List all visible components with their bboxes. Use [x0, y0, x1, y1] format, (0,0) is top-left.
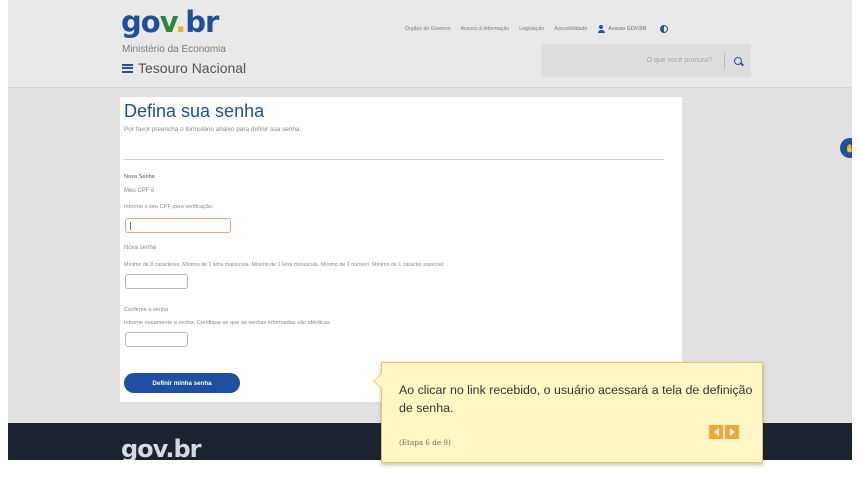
- search-input[interactable]: [541, 57, 724, 64]
- password-help: Mínimo de 8 caracteres. Mínimo de 1 letr…: [124, 262, 445, 268]
- login-label: Acesso GOV.BR: [608, 26, 647, 32]
- tooltip-nav: [709, 425, 739, 439]
- menu-icon[interactable]: [122, 63, 133, 73]
- cpf-field[interactable]: [125, 218, 231, 233]
- cpf-label: Meu CPF é: [124, 188, 155, 194]
- nav-link-legislacao[interactable]: Legislação: [519, 26, 544, 32]
- site-name: Tesouro Nacional: [138, 60, 247, 76]
- user-icon: [597, 25, 605, 33]
- footer-logo: gov.br: [121, 435, 201, 460]
- search-bar: [541, 44, 751, 77]
- password-field[interactable]: [125, 274, 188, 289]
- next-button[interactable]: [725, 425, 739, 439]
- tooltip-step-counter: (Etapa 6 de 9): [399, 438, 451, 447]
- contrast-icon[interactable]: [660, 25, 669, 33]
- tutorial-tooltip: Ao clicar no link recebido, o usuário ac…: [373, 362, 763, 463]
- password-form-card: Defina sua senha Por favor preencha o fo…: [120, 97, 682, 402]
- site-menu[interactable]: Tesouro Nacional: [122, 60, 246, 76]
- search-button[interactable]: [725, 44, 751, 77]
- govbr-logo[interactable]: gov.br: [121, 4, 219, 40]
- nav-link-acessibilidade[interactable]: Acessibilidade: [554, 26, 587, 32]
- confirm-password-field[interactable]: [125, 332, 188, 347]
- tooltip-text: Ao clicar no link recebido, o usuário ac…: [399, 383, 753, 415]
- nav-link-orgaos[interactable]: Órgãos do Governo: [405, 26, 451, 32]
- page-title: Defina sua senha: [124, 101, 265, 121]
- page-subtitle: Por favor preencha o formulário abaixo p…: [124, 126, 302, 133]
- cpf-help: Informe o seu CPF para verificação.: [124, 204, 214, 210]
- logo-part-go: go: [121, 5, 161, 39]
- arrow-right-icon: [729, 428, 735, 436]
- login-button[interactable]: Acesso GOV.BR: [597, 25, 646, 33]
- logo-part-br: br: [185, 5, 219, 39]
- nav-link-acesso-informacao[interactable]: Acesso à Informação: [461, 26, 510, 32]
- site-header: gov.br Ministério da Economia Tesouro Na…: [8, 0, 852, 88]
- accessibility-icon: ✋: [845, 143, 852, 153]
- tooltip-pointer: [373, 373, 382, 389]
- logo-part-v: v: [159, 5, 177, 39]
- ministry-name: Ministério da Economia: [122, 44, 226, 55]
- search-icon: [734, 56, 742, 65]
- confirm-help: Informe novamente a senha. Certifique-se…: [124, 320, 332, 326]
- top-nav: Órgãos do Governo Acesso à Informação Le…: [405, 25, 669, 33]
- submit-button[interactable]: Definir minha senha: [124, 373, 240, 393]
- previous-button[interactable]: [709, 425, 723, 439]
- accessibility-widget-button[interactable]: ✋: [840, 138, 852, 158]
- password-label: Nova senha: [124, 245, 157, 251]
- divider: [124, 159, 664, 160]
- arrow-left-icon: [713, 428, 719, 436]
- logo-part-dot: .: [175, 5, 186, 39]
- confirm-label: Confirme a senha: [124, 307, 169, 313]
- section-label: Nova Senha: [124, 174, 155, 180]
